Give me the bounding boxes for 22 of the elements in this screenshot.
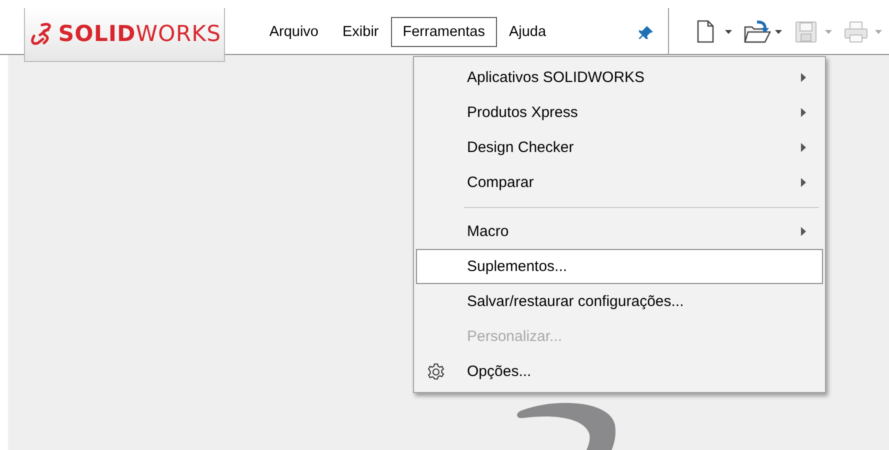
menu-item[interactable]: Arquivo <box>257 17 330 47</box>
gear-icon <box>427 363 445 381</box>
menu-item[interactable]: Ferramentas <box>390 17 497 47</box>
menu-option[interactable]: Opções... <box>416 354 823 389</box>
menu-option[interactable]: Salvar/restaurar configurações... <box>416 284 823 319</box>
menu-option[interactable]: Suplementos... <box>416 249 823 284</box>
menu-option[interactable]: Macro <box>416 214 823 249</box>
caret-icon[interactable] <box>775 30 782 34</box>
brand-name: SOLIDWORKS <box>58 22 222 47</box>
menu-option[interactable]: Produtos Xpress <box>416 95 823 130</box>
menu-item[interactable]: Exibir <box>330 17 391 47</box>
menu-item[interactable]: Ajuda <box>496 17 558 47</box>
caret-icon[interactable] <box>725 30 732 34</box>
submenu-arrow-icon <box>801 178 806 187</box>
submenu-arrow-icon <box>801 73 806 82</box>
menu-option[interactable]: Design Checker <box>416 130 823 165</box>
submenu-arrow-icon <box>801 227 806 236</box>
menu-option[interactable]: Aplicativos SOLIDWORKS <box>416 60 823 95</box>
folder-arrow-icon[interactable] <box>743 19 771 45</box>
menu-option[interactable]: Comparar <box>416 165 823 200</box>
submenu-arrow-icon <box>801 143 806 152</box>
submenu-arrow-icon <box>801 108 806 117</box>
